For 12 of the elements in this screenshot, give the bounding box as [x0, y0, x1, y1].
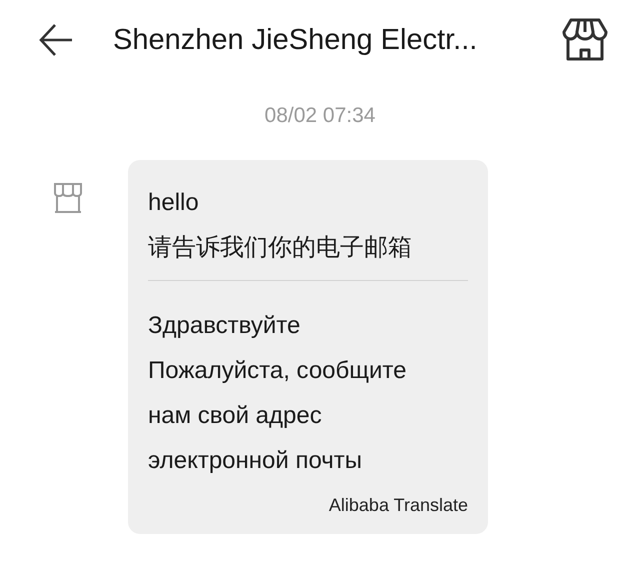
translated-text: Пожалуйста, сообщите	[148, 356, 408, 386]
store-icon[interactable]	[562, 18, 608, 62]
translated-text: электронной почты	[148, 446, 364, 476]
translated-text: Здравствуйте	[148, 311, 302, 341]
message-text: 请告诉我们你的电子邮箱	[148, 233, 413, 263]
back-arrow-icon[interactable]	[38, 22, 74, 58]
translated-text: нам свой адрес	[148, 401, 323, 431]
translator-label: Alibaba Translate	[328, 495, 468, 516]
chat-title: Shenzhen JieSheng Electr...	[113, 24, 478, 56]
message-text: hello	[148, 188, 200, 218]
store-icon	[52, 182, 84, 214]
message-timestamp: 08/02 07:34	[264, 104, 376, 129]
